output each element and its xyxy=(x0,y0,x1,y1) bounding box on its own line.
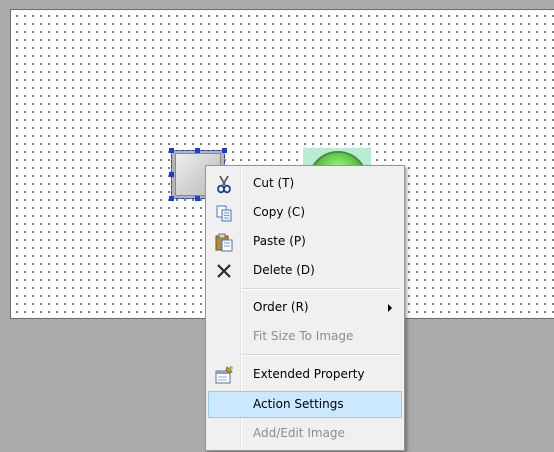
menu-item-paste[interactable]: Paste (P) xyxy=(208,228,402,255)
menu-item-copy[interactable]: Copy (C) xyxy=(208,199,402,226)
resize-handle-bottom-left[interactable] xyxy=(169,196,174,201)
delete-x-icon xyxy=(217,264,231,278)
editor-workspace: Cut (T) Copy (C) Paste (P) Delete (D) Or… xyxy=(0,0,554,452)
menu-item-cut[interactable]: Cut (T) xyxy=(208,170,402,197)
extended-property-icon xyxy=(215,366,233,384)
menu-separator xyxy=(242,354,400,356)
menu-item-label: Order (R) xyxy=(253,300,309,314)
menu-item-order[interactable]: Order (R) xyxy=(208,294,402,321)
menu-item-label: Add/Edit Image xyxy=(253,426,345,440)
resize-handle-left[interactable] xyxy=(169,172,174,177)
resize-handle-top[interactable] xyxy=(195,148,200,153)
menu-separator xyxy=(242,288,400,290)
resize-handle-top-left[interactable] xyxy=(169,148,174,153)
menu-item-label: Extended Property xyxy=(253,367,365,381)
menu-item-label: Paste (P) xyxy=(253,234,306,248)
context-menu: Cut (T) Copy (C) Paste (P) Delete (D) Or… xyxy=(205,165,405,451)
menu-item-extended-property[interactable]: Extended Property xyxy=(208,361,402,388)
menu-item-label: Action Settings xyxy=(253,397,344,411)
menu-item-add-edit-image[interactable]: Add/Edit Image xyxy=(208,420,402,447)
menu-item-fit-size-to-image[interactable]: Fit Size To Image xyxy=(208,323,402,350)
resize-handle-top-right[interactable] xyxy=(222,148,227,153)
menu-item-label: Copy (C) xyxy=(253,205,305,219)
scissors-icon xyxy=(217,175,231,194)
menu-item-action-settings[interactable]: Action Settings xyxy=(208,391,402,418)
submenu-arrow-icon xyxy=(388,304,392,312)
menu-item-label: Fit Size To Image xyxy=(253,329,354,343)
copy-icon xyxy=(216,205,232,222)
resize-handle-bottom[interactable] xyxy=(195,196,200,201)
paste-icon xyxy=(215,233,233,252)
menu-item-label: Delete (D) xyxy=(253,263,315,277)
menu-item-delete[interactable]: Delete (D) xyxy=(208,257,402,284)
menu-item-label: Cut (T) xyxy=(253,176,295,190)
